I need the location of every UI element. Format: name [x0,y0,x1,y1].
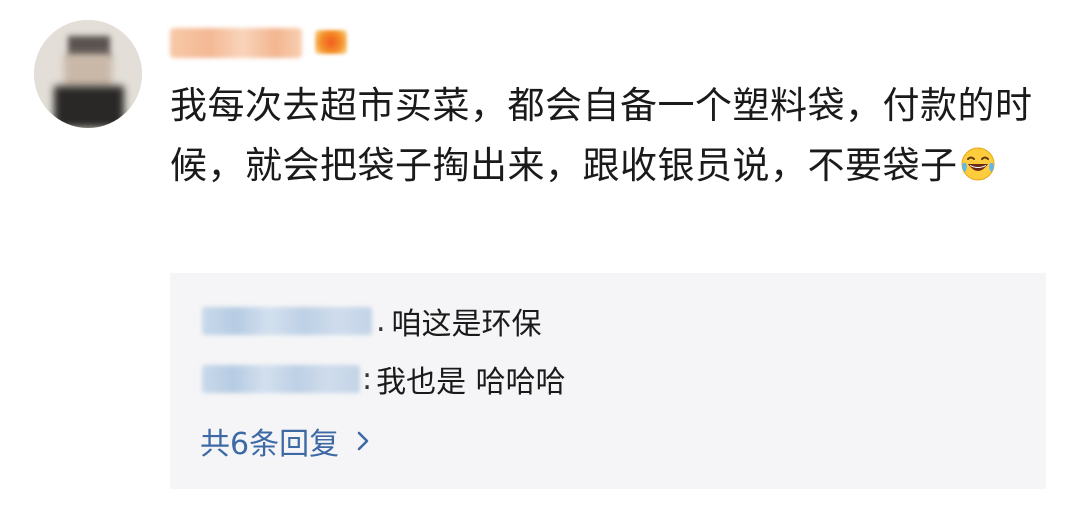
reply-author-blurred[interactable] [202,365,360,393]
more-replies-link[interactable]: 共6条回复 [200,419,373,463]
more-replies-label: 共6条回复 [200,427,340,462]
reply-box[interactable]: . 咱这是环保 : 我也是 哈哈哈 共6条回复 [170,273,1046,489]
chevron-right-icon [357,431,369,451]
avatar[interactable] [34,20,142,128]
reply-item[interactable]: . 咱这是环保 [202,301,542,342]
reply-item[interactable]: : 我也是 哈哈哈 [202,359,566,400]
reply-author-blurred[interactable] [202,307,372,335]
vip-badge-icon [306,22,356,62]
comment-text: 我每次去超市买菜，都会自备一个塑料袋，付款的时候，就会把袋子掏出来，跟收银员说，… [170,84,1033,187]
reply-separator: : [362,361,373,397]
laugh-cry-emoji-icon [961,147,994,181]
comment-body: 我每次去超市买菜，都会自备一个塑料袋，付款的时候，就会把袋子掏出来，跟收银员说，… [170,76,1050,196]
reply-text: 我也是 哈哈哈 [376,365,566,400]
username-blurred[interactable] [170,28,302,58]
reply-text: 咱这是环保 [391,307,542,342]
reply-separator: . [376,303,386,339]
